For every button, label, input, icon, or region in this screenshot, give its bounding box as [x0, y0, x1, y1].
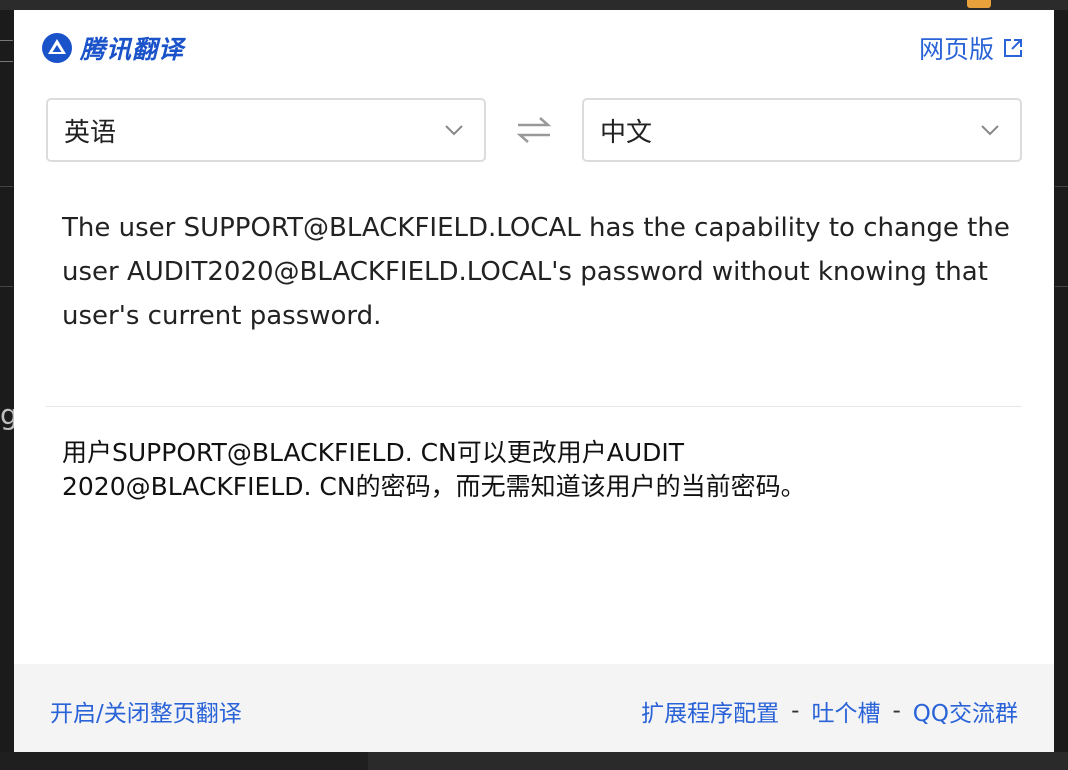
footer-links: 扩展程序配置 - 吐个槽 - QQ交流群 [641, 694, 1018, 728]
translation-line: 用户SUPPORT@BLACKFIELD. CN可以更改用户AUDIT [62, 438, 685, 467]
extension-settings-link[interactable]: 扩展程序配置 [641, 694, 779, 728]
translate-popup: 腾讯翻译 网页版 英语 中文 The user SUPPORT@BLACKFIE… [14, 10, 1054, 752]
qq-group-link[interactable]: QQ交流群 [913, 694, 1018, 728]
background-extension-badge [967, 0, 991, 8]
brand: 腾讯翻译 [40, 30, 184, 66]
source-language-label: 英语 [64, 117, 117, 148]
translation-line: 2020@BLACKFIELD. CN的密码，而无需知道该用户的当前密码。 [62, 472, 806, 501]
translation-result[interactable]: 用户SUPPORT@BLACKFIELD. CN可以更改用户AUDIT 2020… [62, 436, 992, 504]
web-version-label: 网页版 [918, 35, 994, 64]
source-text[interactable]: The user SUPPORT@BLACKFIELD.LOCAL has th… [62, 206, 1022, 338]
content-divider [46, 406, 1022, 407]
chevron-down-icon [445, 125, 463, 136]
footer-separator: - [791, 698, 800, 724]
background-left-control [0, 40, 13, 62]
brand-name: 腾讯翻译 [80, 35, 185, 64]
toggle-page-translate-link[interactable]: 开启/关闭整页翻译 [50, 694, 242, 728]
target-language-select[interactable]: 中文 [582, 98, 1022, 162]
web-version-link[interactable]: 网页版 [919, 30, 1024, 66]
footer: 开启/关闭整页翻译 扩展程序配置 - 吐个槽 - QQ交流群 [14, 664, 1054, 752]
chevron-down-icon [981, 125, 999, 136]
background-divider [1055, 186, 1068, 187]
swap-languages-button[interactable] [514, 114, 554, 146]
background-divider [0, 286, 13, 287]
background-divider [0, 186, 13, 187]
feedback-link[interactable]: 吐个槽 [811, 694, 880, 728]
external-link-icon [1004, 39, 1022, 57]
background-bottom-block [368, 752, 1068, 770]
background-divider [1055, 286, 1068, 287]
tencent-translate-logo-icon [42, 33, 72, 63]
target-language-label: 中文 [600, 117, 653, 148]
background-top-bar [0, 0, 1068, 10]
swap-arrows-icon [516, 117, 552, 143]
footer-separator: - [892, 698, 901, 724]
source-language-select[interactable]: 英语 [46, 98, 486, 162]
